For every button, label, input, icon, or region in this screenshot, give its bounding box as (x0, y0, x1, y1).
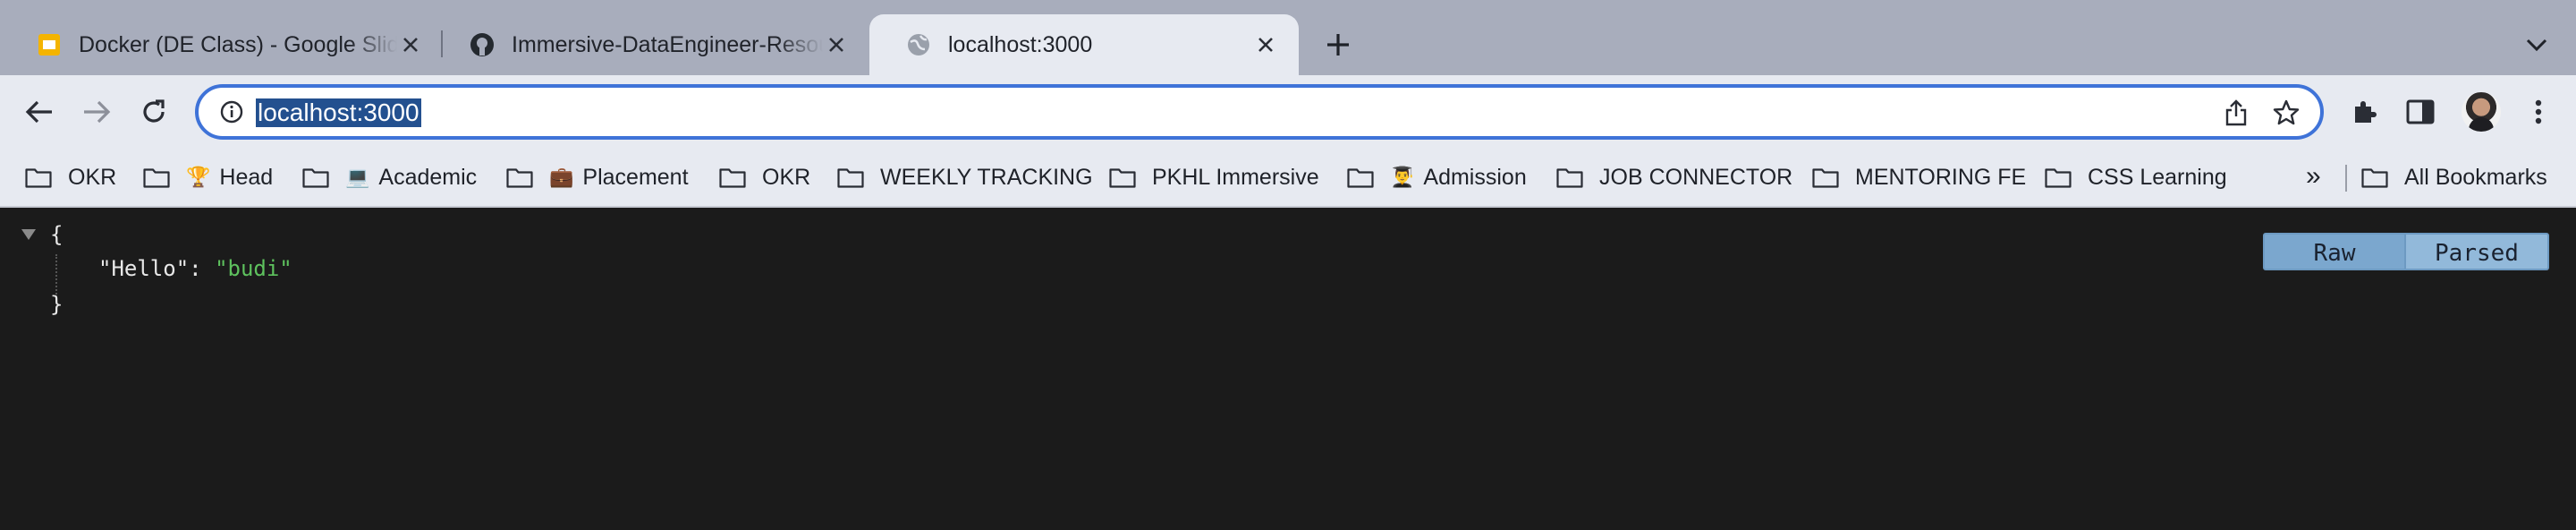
bookmark-folder-okr-2[interactable]: OKR (719, 161, 810, 193)
bookmark-label: JOB CONNECTOR (1599, 164, 1793, 190)
address-text[interactable]: localhost:3000 (256, 98, 421, 127)
close-icon[interactable] (823, 31, 850, 58)
folder-icon (1812, 168, 1839, 188)
tab-docker-slides[interactable]: Docker (DE Class) - Google Slides (0, 14, 444, 75)
bookmark-label: Head (219, 164, 274, 190)
folder-icon (143, 168, 170, 188)
arrow-left-icon (25, 100, 52, 124)
bookmark-folder-css-learning[interactable]: CSS Learning (2045, 161, 2227, 193)
extensions-button[interactable] (2343, 90, 2386, 133)
bookmark-folder-mentoring-fe[interactable]: MENTORING FE (1812, 161, 2026, 193)
more-bookmarks-button[interactable]: » (2306, 161, 2321, 193)
json-property: "Hello": "budi" (98, 256, 292, 281)
folder-icon (506, 168, 533, 188)
bookmark-folder-placement[interactable]: 💼 Placement (506, 161, 689, 193)
slides-icon (36, 31, 63, 58)
chevron-down-icon (2526, 38, 2547, 52)
side-panel-icon (2406, 99, 2435, 124)
profile-avatar[interactable] (2462, 92, 2501, 132)
trophy-icon: 🏆 (186, 166, 211, 188)
bookmark-folder-head[interactable]: 🏆 Head (143, 161, 273, 193)
tab-github-resources[interactable]: Immersive-DataEngineer-Resources (433, 14, 869, 75)
folder-icon (1347, 168, 1374, 188)
bookmark-folder-admission[interactable]: 👨‍🎓 Admission (1347, 161, 1527, 193)
share-icon[interactable] (2220, 97, 2252, 129)
tab-title: Immersive-DataEngineer-Resources (512, 31, 823, 57)
folder-icon (719, 168, 746, 188)
bookmark-label: All Bookmarks (2404, 164, 2547, 190)
menu-button[interactable] (2517, 90, 2560, 133)
json-close-brace: } (50, 292, 64, 317)
close-icon[interactable] (1252, 31, 1279, 58)
briefcase-icon: 💼 (549, 166, 574, 188)
json-key: "Hello" (98, 256, 190, 281)
new-tab-button[interactable] (1320, 27, 1356, 63)
tab-strip: Docker (DE Class) - Google Slides Immers… (0, 0, 2576, 75)
json-colon: : (189, 256, 216, 281)
bookmark-folder-okr[interactable]: OKR (25, 161, 116, 193)
view-toggle: Raw Parsed (2263, 233, 2549, 270)
plus-icon (1327, 34, 1349, 56)
parsed-button[interactable]: Parsed (2406, 233, 2549, 270)
bookmarks-separator (2345, 165, 2347, 192)
bookmark-folder-pkhl-immersive[interactable]: PKHL Immersive (1109, 161, 1319, 193)
tab-search-button[interactable] (2519, 27, 2555, 63)
bookmark-label: Admission (1423, 164, 1527, 190)
bookmarks-bar: OKR 🏆 Head 💻 Academic 💼 Placement OKR WE… (0, 149, 2576, 208)
forward-button[interactable] (75, 90, 118, 133)
folder-icon (302, 168, 329, 188)
star-icon[interactable] (2270, 97, 2302, 129)
bookmark-label: CSS Learning (2088, 164, 2227, 190)
bookmark-folder-academic[interactable]: 💻 Academic (302, 161, 477, 193)
tab-title: localhost:3000 (948, 31, 1093, 57)
tab-localhost[interactable]: localhost:3000 (869, 14, 1299, 75)
folder-icon (2361, 168, 2388, 188)
globe-icon (905, 31, 932, 58)
info-icon[interactable] (216, 97, 247, 127)
reload-icon (143, 99, 165, 123)
bookmark-label: OKR (762, 164, 811, 190)
all-bookmarks-button[interactable]: All Bookmarks (2361, 161, 2547, 193)
toolbar: localhost:3000 (0, 75, 2576, 149)
reload-button[interactable] (132, 90, 175, 133)
folder-icon (837, 168, 864, 188)
folder-icon (2045, 168, 2072, 188)
arrow-right-icon (84, 100, 111, 124)
folder-icon (25, 168, 52, 188)
kebab-menu-icon (2535, 99, 2542, 124)
bookmark-label: PKHL Immersive (1152, 164, 1319, 190)
collapse-toggle-icon[interactable] (21, 229, 36, 240)
tab-title: Docker (DE Class) - Google Slides (79, 31, 397, 57)
bookmark-label: Academic (378, 164, 478, 190)
bookmark-label: Placement (582, 164, 689, 190)
laptop-icon: 💻 (345, 166, 370, 188)
bookmark-folder-weekly-tracking[interactable]: WEEKLY TRACKING (837, 161, 1093, 193)
json-open-brace: { (50, 222, 64, 247)
side-panel-button[interactable] (2399, 90, 2442, 133)
json-viewer: { "Hello": "budi" } Raw Parsed (0, 208, 2576, 530)
back-button[interactable] (18, 90, 61, 133)
github-icon (469, 31, 496, 58)
raw-button[interactable]: Raw (2263, 233, 2406, 270)
close-icon[interactable] (397, 31, 424, 58)
bookmark-folder-job-connector[interactable]: JOB CONNECTOR (1556, 161, 1792, 193)
bookmark-label: MENTORING FE (1855, 164, 2027, 190)
folder-icon (1556, 168, 1583, 188)
folder-icon (1109, 168, 1136, 188)
bookmark-label: WEEKLY TRACKING (880, 164, 1093, 190)
puzzle-icon (2355, 101, 2377, 123)
bookmark-label: OKR (68, 164, 117, 190)
address-bar[interactable]: localhost:3000 (195, 84, 2324, 140)
json-string-value: "budi" (215, 256, 292, 281)
graduate-icon: 👨‍🎓 (1390, 166, 1415, 188)
